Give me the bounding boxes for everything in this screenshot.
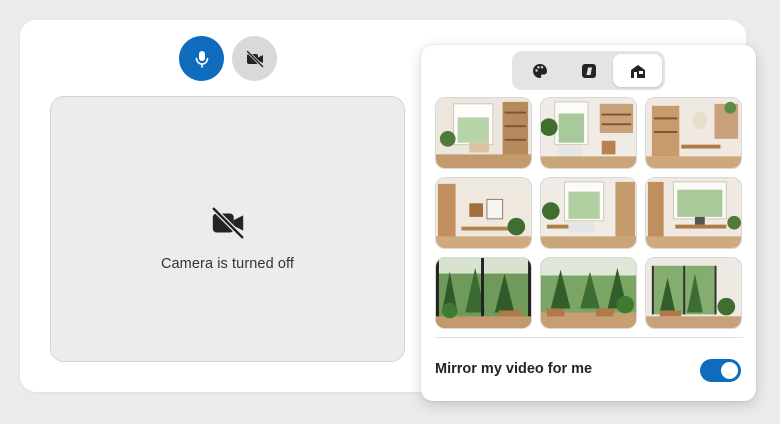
camera-off-icon <box>211 207 244 239</box>
camera-toggle-button[interactable] <box>232 36 277 81</box>
camera-off-icon <box>245 49 264 68</box>
room-thumbnail <box>541 258 636 328</box>
background-option[interactable] <box>435 177 532 249</box>
microphone-toggle-button[interactable] <box>179 36 224 81</box>
room-thumbnail <box>541 178 636 248</box>
video-preview: Camera is turned off <box>50 96 405 362</box>
background-option[interactable] <box>645 257 742 329</box>
palette-icon <box>532 63 547 78</box>
mirror-video-label: Mirror my video for me <box>435 361 593 377</box>
background-option[interactable] <box>645 97 742 169</box>
microphone-icon <box>195 50 208 68</box>
room-thumbnail <box>646 98 741 168</box>
blur-icon <box>581 63 596 78</box>
background-option[interactable] <box>540 97 637 169</box>
toggle-knob <box>721 362 738 379</box>
room-thumbnail <box>646 258 741 328</box>
background-option[interactable] <box>435 257 532 329</box>
room-thumbnail <box>646 178 741 248</box>
room-thumbnail <box>436 178 531 248</box>
background-grid <box>435 97 742 329</box>
background-option[interactable] <box>540 177 637 249</box>
room-thumbnail <box>436 98 531 168</box>
divider <box>435 337 743 338</box>
room-thumbnail <box>436 258 531 328</box>
background-effects-panel: Mirror my video for me <box>421 45 756 401</box>
background-option[interactable] <box>435 97 532 169</box>
media-controls <box>179 36 277 81</box>
room-icon <box>630 64 645 78</box>
background-option[interactable] <box>540 257 637 329</box>
tab-blur[interactable] <box>564 54 613 87</box>
mirror-video-toggle[interactable] <box>700 359 741 382</box>
tab-color[interactable] <box>515 54 564 87</box>
background-tabs <box>512 51 665 90</box>
tab-backgrounds[interactable] <box>613 54 662 87</box>
background-option[interactable] <box>645 177 742 249</box>
camera-off-message: Camera is turned off <box>160 256 295 272</box>
room-thumbnail <box>541 98 636 168</box>
